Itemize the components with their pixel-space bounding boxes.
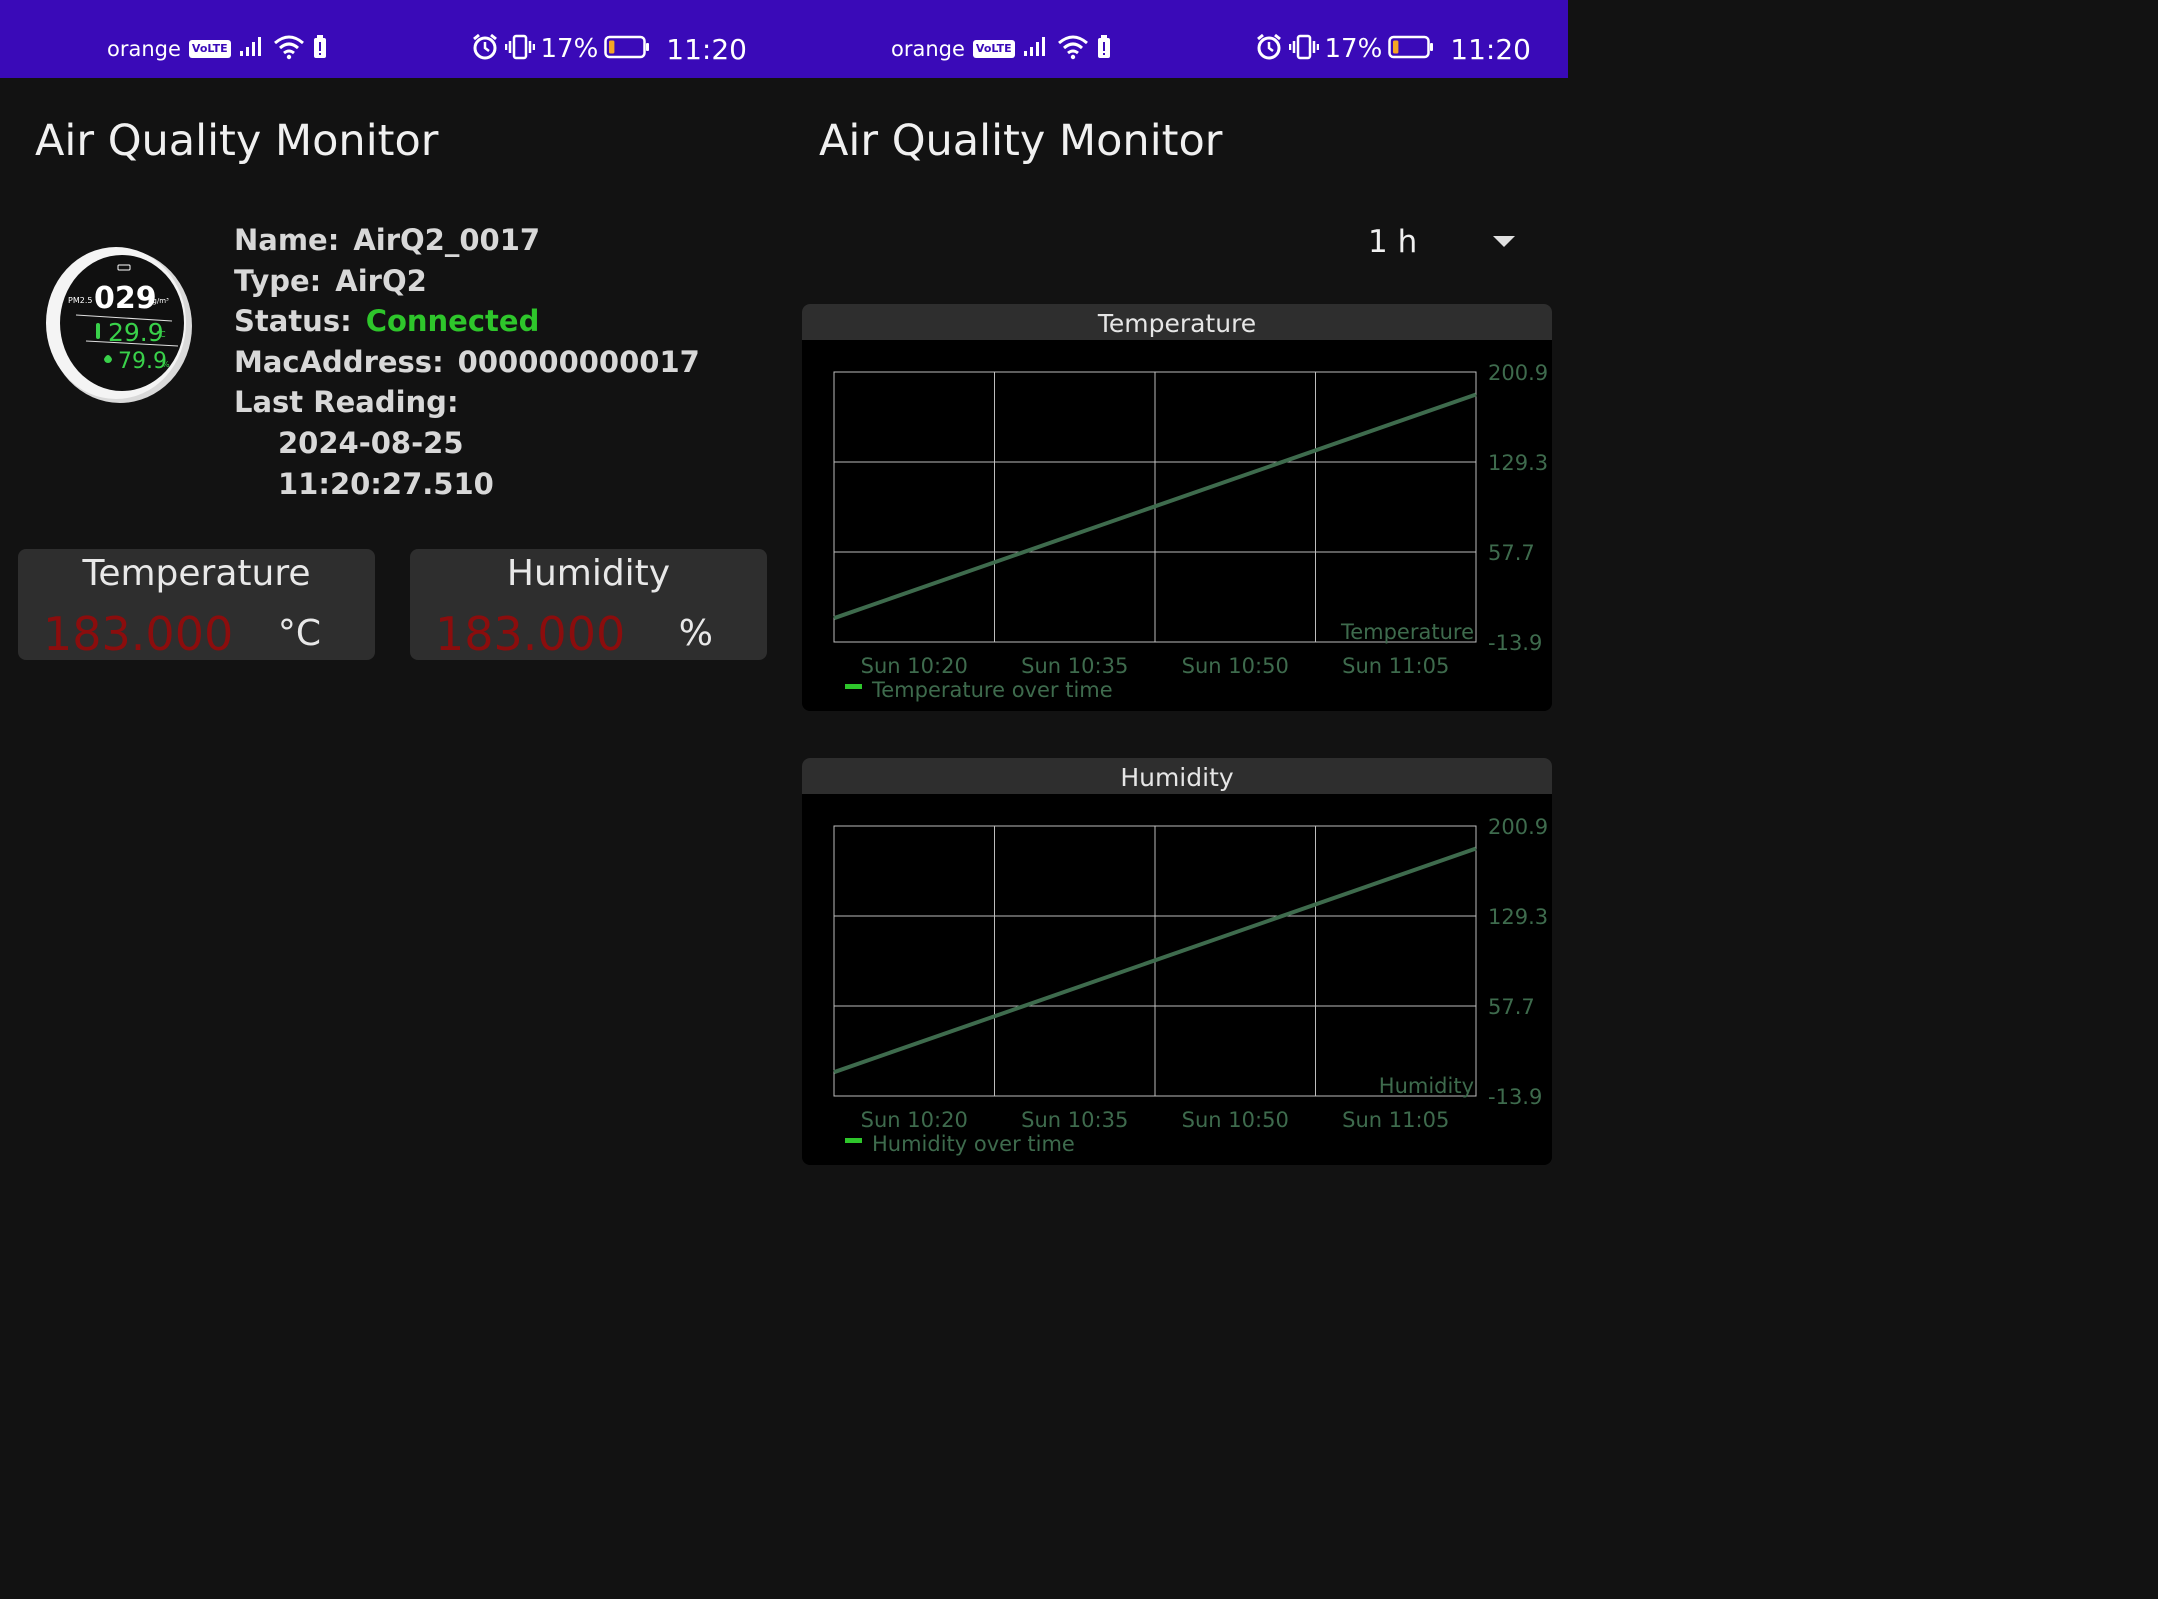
battery-percent: 17%: [1324, 34, 1383, 64]
last-reading-time: 11:20:27.510: [278, 466, 494, 501]
time-range-value[interactable]: 1 h: [1368, 224, 1417, 260]
status-bar: orange VoLTE 17% 11:20: [784, 0, 1568, 78]
status-bar: orange VoLTE 17% 11:20: [0, 0, 784, 78]
device-name-row: Name: AirQ2_0017: [234, 220, 700, 261]
vibrate-icon: [1288, 34, 1319, 64]
alarm-icon: [1255, 33, 1283, 65]
device-mac: 000000000017: [457, 344, 700, 379]
x-tick-label: Sun 10:35: [1021, 1108, 1128, 1132]
wifi-icon: [1057, 34, 1089, 64]
status-badge: Connected: [365, 304, 540, 339]
device-temp-unit: °C: [156, 330, 166, 339]
y-tick-label: 200.9: [1488, 815, 1548, 839]
battery-percent: 17%: [540, 34, 599, 64]
device-image: PM2.5 029 ug/m³ 29.9 °C 79.9 %: [42, 243, 192, 409]
status-bar-right: 17% 11:20: [471, 32, 747, 66]
humidity-card-title: Humidity: [506, 553, 671, 594]
device-status-label: Status:: [234, 304, 352, 339]
device-mac-label: MacAddress:: [234, 344, 444, 379]
last-reading-date: 2024-08-25: [278, 425, 464, 460]
temperature-chart-card: Temperature 200.9 129.3 57.7 -13.9 Sun 10:20…: [802, 304, 1552, 711]
device-humidity-value: 79.9: [118, 349, 167, 374]
page-title: Air Quality Monitor: [819, 116, 1223, 166]
device-pm-label: PM2.5: [68, 296, 92, 305]
temperature-card: Temperature 183.000 °C: [18, 549, 375, 661]
screen-left: orange VoLTE 17% 11:20 Air Quality Monit…: [0, 0, 784, 1162]
series-label: Humidity: [1379, 1074, 1474, 1098]
signal-icon: [1023, 36, 1049, 62]
x-tick-label: Sun 10:35: [1021, 654, 1128, 678]
x-tick-label: Sun 10:20: [861, 1108, 968, 1132]
y-tick-label: 129.3: [1488, 905, 1548, 929]
temperature-unit: °C: [277, 613, 321, 654]
device-type: AirQ2: [335, 263, 427, 298]
x-tick-label: Sun 11:05: [1342, 1108, 1449, 1132]
x-tick-label: Sun 10:20: [861, 654, 968, 678]
x-tick-label: Sun 11:05: [1342, 654, 1449, 678]
status-bar-left: orange VoLTE: [891, 34, 1111, 64]
last-reading-label: Last Reading:: [234, 385, 459, 420]
device-name: AirQ2_0017: [353, 223, 541, 257]
status-bar-right: 17% 11:20: [1255, 32, 1531, 66]
device-type-row: Type: AirQ2: [234, 261, 700, 302]
temperature-value: 183.000: [43, 607, 234, 661]
humidity-chart: 200.9 129.3 57.7 -13.9 Sun 10:20 Sun 10:35 Sun…: [833, 815, 1548, 1156]
page-title: Air Quality Monitor: [35, 116, 439, 166]
battery-icon: [604, 35, 650, 63]
x-tick-label: Sun 10:50: [1182, 1108, 1289, 1132]
alarm-icon: [471, 33, 499, 65]
clock: 11:20: [666, 32, 747, 66]
y-tick-label: 129.3: [1488, 451, 1548, 475]
y-tick-label: 57.7: [1488, 541, 1535, 565]
battery-saver-icon: [1097, 35, 1111, 63]
chevron-down-icon[interactable]: [1493, 236, 1515, 247]
wifi-icon: [273, 34, 305, 64]
carrier-name: orange: [891, 37, 965, 61]
device-type-label: Type:: [234, 263, 322, 298]
legend-swatch: [845, 1138, 862, 1143]
temperature-card-title: Temperature: [82, 553, 311, 594]
x-tick-label: Sun 10:50: [1182, 654, 1289, 678]
humidity-value: 183.000: [435, 607, 626, 661]
volte-badge: VoLTE: [188, 40, 231, 58]
device-info: Name: AirQ2_0017 Type: AirQ2 Status: Connec…: [234, 220, 700, 504]
legend-label: Temperature over time: [871, 678, 1113, 702]
carrier-name: orange: [107, 37, 181, 61]
y-tick-label: 200.9: [1488, 361, 1548, 385]
vibrate-icon: [504, 34, 535, 64]
device-mac-row: MacAddress: 000000000017: [234, 342, 700, 383]
humidity-card: Humidity 183.000 %: [410, 549, 767, 661]
humidity-unit: %: [678, 613, 713, 654]
humidity-chart-card: Humidity 200.9 129.3 57.7 -13.9 Sun 10:20 Sun…: [802, 758, 1552, 1165]
temperature-chart: 200.9 129.3 57.7 -13.9 Sun 10:20 Sun 10:35 Sun…: [833, 361, 1548, 702]
device-humidity-unit: %: [162, 360, 170, 369]
clock: 11:20: [1450, 32, 1531, 66]
legend-swatch: [845, 684, 862, 689]
device-pm-unit: ug/m³: [148, 297, 169, 305]
volte-badge: VoLTE: [972, 40, 1015, 58]
battery-icon: [1388, 35, 1434, 63]
humidity-chart-title: Humidity: [802, 758, 1552, 794]
signal-icon: [239, 36, 265, 62]
status-bar-left: orange VoLTE: [107, 34, 327, 64]
device-status-row: Status: Connected: [234, 301, 700, 342]
temperature-chart-title: Temperature: [802, 304, 1552, 340]
battery-saver-icon: [313, 35, 327, 63]
screen-right: orange VoLTE 17% 11:20 Air Quality Monit…: [784, 0, 1568, 1165]
y-tick-label: -13.9: [1488, 1085, 1542, 1109]
device-name-label: Name:: [234, 223, 340, 257]
y-tick-label: 57.7: [1488, 995, 1535, 1019]
y-tick-label: -13.9: [1488, 631, 1542, 655]
legend-label: Humidity over time: [872, 1132, 1075, 1156]
series-label: Temperature: [1340, 620, 1474, 644]
